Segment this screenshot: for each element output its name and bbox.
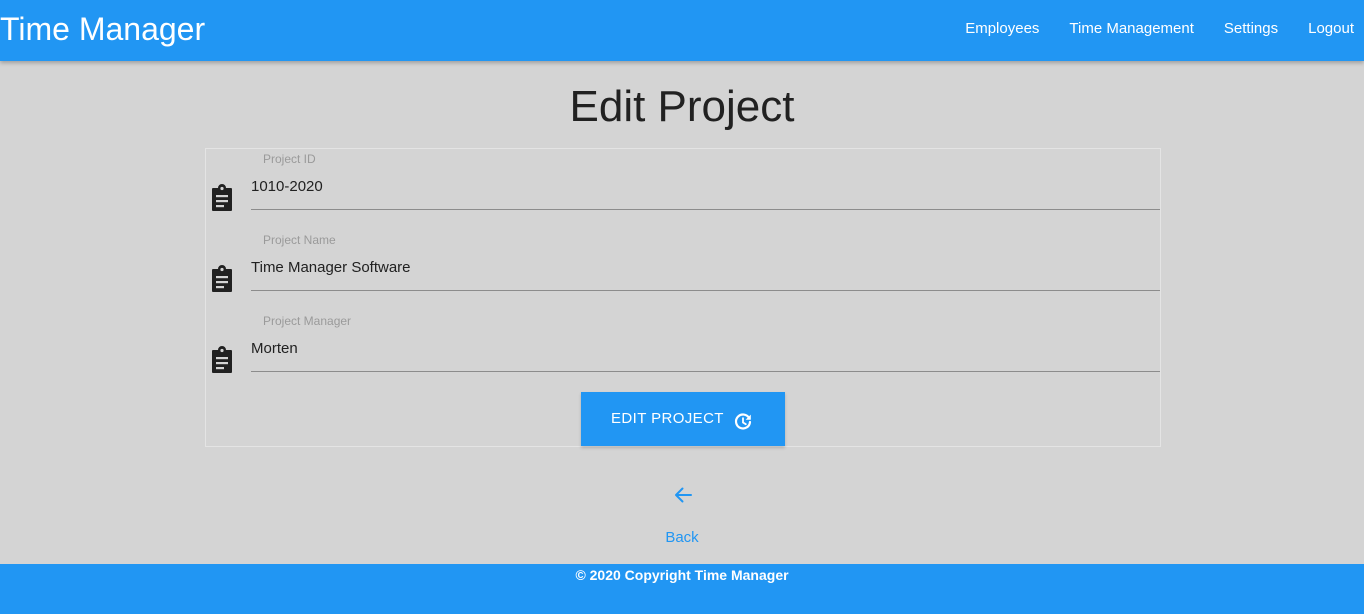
top-navbar: Time Manager Employees Time Management S… — [0, 0, 1364, 61]
project-manager-field: Project Manager — [206, 311, 1160, 373]
project-id-underline — [251, 209, 1160, 210]
project-name-label: Project Name — [263, 233, 336, 247]
nav-link-settings[interactable]: Settings — [1209, 0, 1293, 61]
nav-link-employees[interactable]: Employees — [950, 0, 1054, 61]
project-id-input[interactable] — [251, 177, 1160, 197]
nav-links: Employees Time Management Settings Logou… — [950, 0, 1364, 61]
nav-link-logout[interactable]: Logout — [1293, 0, 1364, 61]
project-manager-underline — [251, 371, 1160, 372]
footer-copyright: © 2020 Copyright Time Manager — [575, 567, 789, 583]
project-name-input[interactable] — [251, 258, 1160, 278]
clipboard-text-icon — [212, 184, 232, 211]
project-name-underline — [251, 290, 1160, 291]
project-manager-label: Project Manager — [263, 314, 352, 328]
project-id-field: Project ID — [206, 149, 1160, 211]
project-name-field: Project Name — [206, 230, 1160, 292]
update-icon — [734, 413, 752, 430]
clipboard-text-icon — [212, 265, 232, 292]
arrow-left-icon[interactable] — [672, 484, 694, 506]
project-manager-input[interactable] — [251, 339, 1160, 359]
edit-project-button[interactable]: EDIT PROJECT — [581, 392, 785, 446]
page-footer: © 2020 Copyright Time Manager — [0, 564, 1364, 614]
brand-title[interactable]: Time Manager — [0, 11, 205, 47]
clipboard-text-icon — [212, 346, 232, 373]
edit-project-form: Project ID Project Name Project Manager … — [205, 148, 1161, 447]
page-title: Edit Project — [569, 82, 795, 131]
back-link[interactable]: Back — [0, 529, 1364, 547]
project-id-label: Project ID — [263, 152, 316, 166]
nav-link-time-management[interactable]: Time Management — [1054, 0, 1209, 61]
edit-project-button-label: EDIT PROJECT — [611, 410, 724, 427]
